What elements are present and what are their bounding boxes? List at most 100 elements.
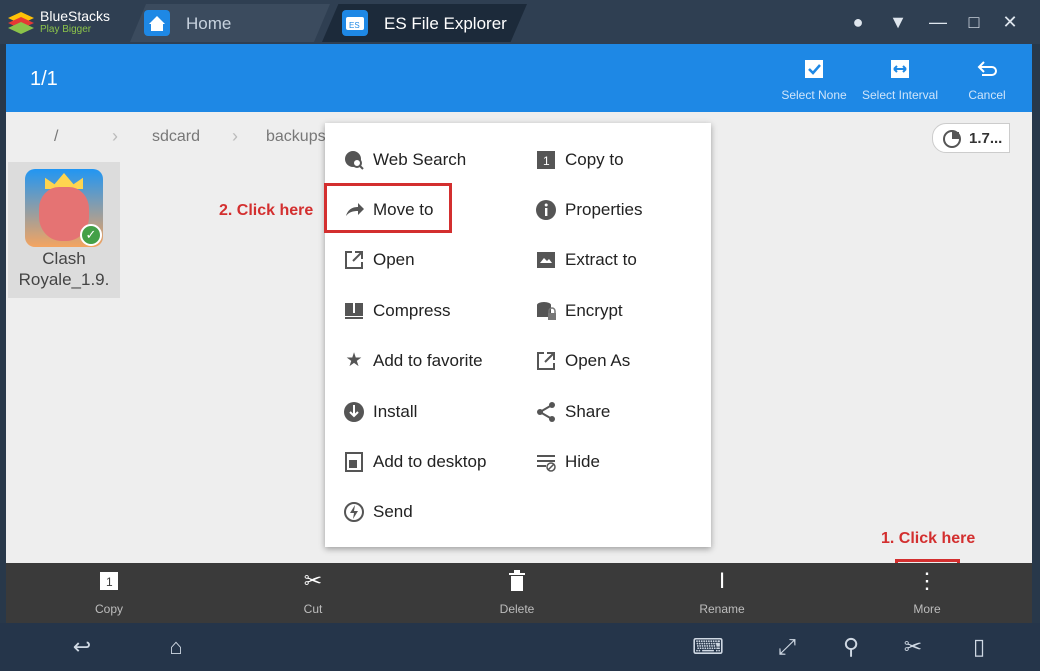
select-none-label: Select None [781, 88, 847, 102]
more-vertical-icon: ⋮ [916, 568, 938, 593]
tab-es-file-explorer[interactable]: ES ES File Explorer [322, 4, 527, 42]
menu-item-install[interactable]: Install [343, 391, 523, 431]
undo-icon [976, 58, 998, 80]
menu-item-extract-to[interactable]: Extract to [535, 239, 715, 279]
back-icon[interactable]: ↩ [62, 633, 102, 661]
location-pin-icon[interactable]: ⚲ [836, 633, 866, 661]
svg-text:1: 1 [106, 575, 113, 589]
folder-icon: ES [342, 10, 368, 36]
open-external-icon [343, 249, 365, 271]
tab-label: ES File Explorer [384, 14, 507, 33]
step2-annotation: 2. Click here [219, 202, 314, 219]
bluestacks-window: BlueStacks Play Bigger Home ES ES File E… [0, 0, 1040, 671]
menu-label: Add to desktop [373, 452, 487, 471]
compress-icon [343, 300, 365, 322]
selection-count: 1/1 [30, 68, 58, 90]
menu-item-add-to-favorite[interactable]: ★ Add to favorite [343, 340, 523, 380]
bluestacks-logo-icon [8, 12, 34, 34]
breadcrumb-root[interactable]: / [54, 128, 58, 146]
storage-value: 1.7... [969, 130, 1003, 147]
pie-chart-icon [943, 130, 961, 148]
menu-label: Compress [373, 301, 451, 320]
menu-item-share[interactable]: Share [535, 391, 715, 431]
storage-indicator[interactable]: 1.7... [932, 123, 1010, 153]
breadcrumb-backups[interactable]: backups [266, 128, 326, 146]
copy-icon: 1 [535, 149, 557, 171]
menu-label: Send [373, 502, 413, 521]
copy-button[interactable]: 1 Copy [59, 563, 159, 623]
menu-item-open-as[interactable]: Open As [535, 340, 715, 380]
home-icon [144, 10, 170, 36]
globe-search-icon [343, 149, 365, 171]
extract-icon [535, 249, 557, 271]
menu-label: Share [565, 402, 611, 421]
menu-item-compress[interactable]: Compress [343, 290, 523, 330]
menu-item-open[interactable]: Open [343, 239, 523, 279]
keyboard-icon[interactable]: ⌨ [678, 633, 738, 661]
toolbar-label: Cut [303, 602, 323, 616]
more-button[interactable]: ⋮ More [877, 563, 977, 623]
close-icon[interactable]: ✕ [998, 10, 1022, 34]
menu-label: Web Search [373, 150, 467, 169]
desktop-shortcut-icon [343, 451, 365, 473]
file-item[interactable]: ✓ Clash Royale_1.9. [8, 162, 120, 298]
title-bar: BlueStacks Play Bigger Home ES ES File E… [0, 0, 1040, 44]
toolbar-label: Copy [94, 602, 123, 616]
brand-tagline: Play Bigger [40, 24, 92, 35]
menu-item-copy-to[interactable]: 1 Copy to [535, 139, 715, 179]
send-icon [343, 501, 365, 523]
menu-label: Add to favorite [373, 351, 483, 370]
shake-device-icon[interactable]: ▯ [964, 633, 994, 661]
scissors-icon: ✂ [303, 568, 323, 593]
menu-label: Properties [565, 200, 643, 219]
minimize-icon[interactable]: — [926, 10, 950, 34]
svg-text:1: 1 [543, 154, 550, 168]
encrypt-icon [535, 300, 557, 322]
file-name: Clash Royale_1.9. [18, 249, 110, 289]
android-navigation-bar: ↩ ⌂ ⌨ ⤢ ⚲ ✂ ▯ [0, 623, 1040, 671]
star-icon: ★ [345, 350, 363, 371]
menu-label: Copy to [565, 150, 624, 169]
rename-button[interactable]: I Rename [672, 563, 772, 623]
open-as-icon [535, 350, 557, 372]
cancel-button[interactable]: Cancel [947, 54, 1027, 102]
toolbar-label: More [913, 602, 941, 616]
maximize-icon[interactable]: □ [962, 10, 986, 34]
menu-label: Open [373, 250, 415, 269]
chevron-right-icon: › [232, 126, 238, 146]
scissors-icon[interactable]: ✂ [898, 633, 928, 661]
interval-icon [889, 58, 911, 80]
tab-home[interactable]: Home [130, 4, 330, 42]
cut-button[interactable]: ✂ Cut [263, 563, 363, 623]
menu-item-add-to-desktop[interactable]: Add to desktop [343, 441, 523, 481]
menu-label: Install [373, 402, 418, 421]
delete-button[interactable]: Delete [467, 563, 567, 623]
svg-text:ES: ES [349, 21, 360, 30]
dropdown-icon[interactable]: ▼ [886, 10, 910, 34]
fullscreen-icon[interactable]: ⤢ [772, 633, 802, 661]
chevron-right-icon: › [112, 126, 118, 146]
move-to-highlight-box [324, 183, 452, 233]
location-icon[interactable]: ● [846, 10, 870, 34]
cancel-label: Cancel [968, 88, 1006, 102]
selection-header: 1/1 Select None Select Interval Cancel [6, 44, 1032, 112]
breadcrumb-sdcard[interactable]: sdcard [152, 128, 200, 146]
select-interval-button[interactable]: Select Interval [860, 54, 940, 102]
home-icon[interactable]: ⌂ [156, 633, 196, 661]
menu-item-properties[interactable]: Properties [535, 189, 715, 229]
info-icon [535, 199, 557, 221]
menu-label: Encrypt [565, 301, 623, 320]
install-icon [343, 401, 365, 423]
menu-item-hide[interactable]: Hide [535, 441, 715, 481]
toolbar-label: Rename [699, 602, 745, 616]
toolbar-label: Delete [499, 602, 535, 616]
menu-label: Extract to [565, 250, 637, 269]
tab-label: Home [186, 14, 232, 33]
select-none-button[interactable]: Select None [774, 54, 854, 102]
menu-item-web-search[interactable]: Web Search [343, 139, 523, 179]
bottom-toolbar: 1 Copy ✂ Cut Delete I Rename ⋮ More [6, 563, 1032, 623]
menu-item-encrypt[interactable]: Encrypt [535, 290, 715, 330]
checkmark-icon: ✓ [80, 224, 102, 246]
menu-item-send[interactable]: Send [343, 491, 523, 531]
trash-icon [467, 568, 567, 594]
